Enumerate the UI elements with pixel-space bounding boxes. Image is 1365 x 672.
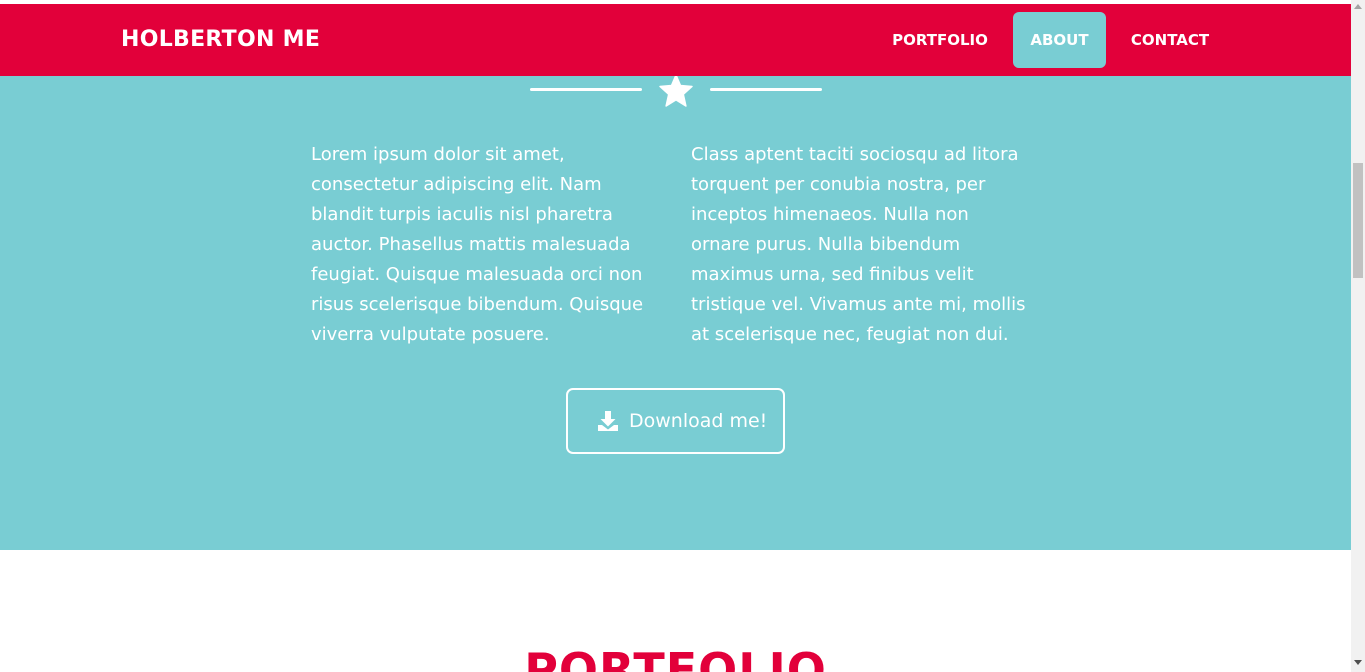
download-button-label: Download me! <box>629 410 768 432</box>
page: HOLBERTON ME PORTFOLIO ABOUT CONTACT Lor… <box>0 0 1351 672</box>
portfolio-heading: PORTFOLIO <box>524 643 827 672</box>
divider-line-right <box>710 88 822 91</box>
scroll-down-arrow-icon[interactable] <box>1354 660 1362 665</box>
about-paragraph-right: Class aptent taciti sociosqu ad litora t… <box>691 144 1026 345</box>
nav-item-about[interactable]: ABOUT <box>1013 12 1106 68</box>
navbar: HOLBERTON ME PORTFOLIO ABOUT CONTACT <box>0 4 1351 76</box>
divider-line-left <box>530 88 642 91</box>
about-section: Lorem ipsum dolor sit amet, consectetur … <box>0 74 1351 550</box>
vertical-scrollbar[interactable] <box>1351 0 1365 672</box>
star-icon <box>659 74 693 107</box>
scroll-up-arrow-icon[interactable] <box>1354 4 1362 9</box>
about-paragraph-left: Lorem ipsum dolor sit amet, consectetur … <box>311 144 644 345</box>
nav-item-contact[interactable]: CONTACT <box>1114 12 1226 68</box>
download-icon <box>598 411 618 431</box>
portfolio-section: PORTFOLIO <box>0 550 1351 672</box>
nav-item-portfolio[interactable]: PORTFOLIO <box>875 12 1005 68</box>
scrollbar-thumb[interactable] <box>1353 163 1363 278</box>
download-button[interactable]: Download me! <box>566 388 785 454</box>
brand-logo[interactable]: HOLBERTON ME <box>121 26 320 54</box>
